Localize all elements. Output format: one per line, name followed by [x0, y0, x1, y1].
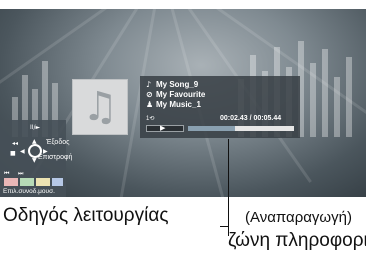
song-row: ♪ My Song_9	[146, 80, 198, 89]
tv-screen: ♫ ♪ My Song_9 ⊘ My Favourite ♟ My Music_1 1…	[0, 9, 366, 197]
stop-icon: ■	[10, 150, 16, 157]
leader-line	[228, 139, 229, 236]
link-icon: ⊘	[146, 90, 153, 99]
album-art: ♫	[72, 79, 128, 135]
equalizer-bar	[334, 77, 340, 137]
blue-button-icon	[52, 178, 63, 186]
yellow-button-icon	[36, 178, 50, 186]
equalizer-bar	[310, 63, 316, 137]
playback-caption: (Αναπαραγωγή)	[245, 209, 352, 226]
favourite-row: ⊘ My Favourite	[146, 90, 205, 99]
music-note-icon: ♪	[146, 80, 152, 89]
manual-figure: ♫ ♪ My Song_9 ⊘ My Favourite ♟ My Music_1 1…	[0, 0, 366, 264]
artist-row: ♟ My Music_1	[146, 100, 201, 109]
person-icon: ♟	[146, 100, 154, 109]
rewind-icon: ◂◂	[12, 140, 19, 147]
play-icon: ▶	[160, 124, 166, 132]
favourite-name: My Favourite	[156, 90, 206, 99]
green-button-icon	[20, 178, 34, 186]
operation-guide: II/► ▲ ▼ ◀ ▶ Έξοδος Επιστροφή ◂◂ ■ ⏮ ⏭ Ε…	[0, 120, 72, 197]
leader-line	[220, 226, 229, 227]
equalizer-bar	[322, 49, 328, 137]
guide-caption: Οδηγός λειτουργίας	[3, 205, 169, 226]
repeat-counter: 1⟲	[146, 116, 155, 122]
arrow-left-icon: ◀	[20, 148, 25, 155]
song-title: My Song_9	[156, 80, 199, 89]
music-note-icon: ♫	[82, 84, 118, 130]
elapsed-time: 00:02.43 / 00:05.44	[220, 115, 282, 122]
previous-icon: ⏮	[4, 170, 10, 177]
artist-name: My Music_1	[156, 100, 201, 109]
next-icon: ⏭	[18, 170, 24, 177]
repeat-label: Επιλ.συνοδ.μουσ.	[3, 188, 55, 195]
info-banner: ♪ My Song_9 ⊘ My Favourite ♟ My Music_1 1⟲ …	[140, 76, 300, 138]
progress-bar[interactable]	[188, 126, 294, 131]
arrow-down-icon: ▼	[32, 157, 37, 164]
play-pause-label: II/►	[30, 124, 41, 131]
red-button-icon	[4, 178, 18, 186]
exit-label: Έξοδος	[46, 139, 70, 146]
play-button[interactable]: ▶	[146, 124, 184, 132]
progress-fill	[188, 126, 235, 131]
info-zone-caption: ζώνη πληροφοριών	[228, 230, 366, 251]
return-label: Επιστροφή	[38, 154, 73, 161]
equalizer-bar	[346, 57, 352, 137]
arrow-up-icon: ▲	[32, 138, 37, 145]
